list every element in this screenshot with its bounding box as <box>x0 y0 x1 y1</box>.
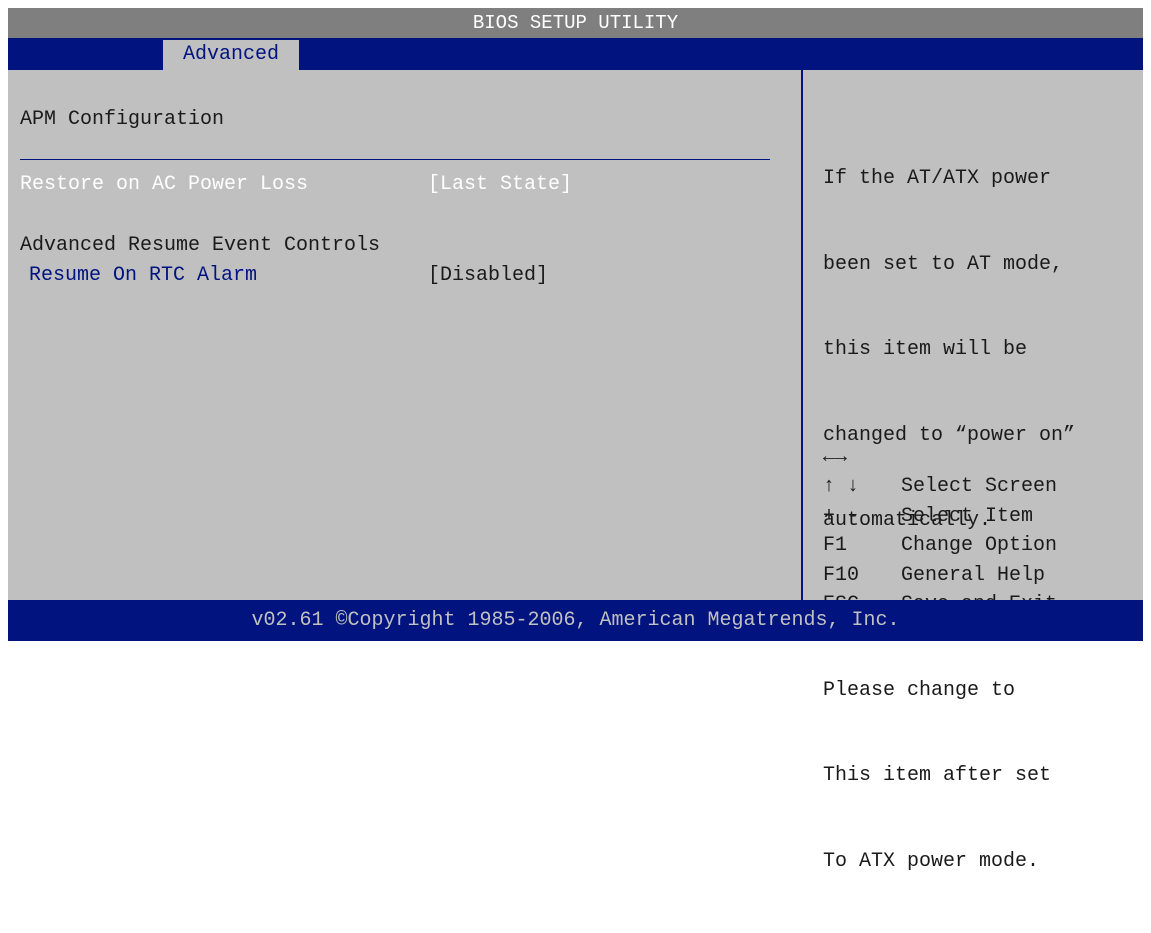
title-text: BIOS SETUP UTILITY <box>472 12 679 34</box>
tab-bar: Advanced <box>8 38 1143 70</box>
resume-rtc-alarm-label[interactable]: Resume On RTC Alarm <box>29 264 257 288</box>
help-line: If the AT/ATX power <box>823 167 1052 190</box>
bios-screen: BIOS SETUP UTILITY Advanced APM Configur… <box>8 8 1143 873</box>
help-line: been set to AT mode, <box>823 252 1064 276</box>
key-row-save-exit: F10 Save and Exit <box>823 531 1057 617</box>
key-row-select-screen: ←→ Select Screen <box>823 413 1057 499</box>
help-line: This item after set <box>823 764 1052 787</box>
settings-panel: APM Configuration Restore on AC Power Lo… <box>8 70 801 600</box>
help-panel: If the AT/ATX power been set to AT mode,… <box>803 70 1143 873</box>
key-row-select-item: ↑ ↓ Select Item <box>823 443 1033 528</box>
section-title: APM Configuration <box>20 108 225 131</box>
group-title: Advanced Resume Event Controls <box>20 234 381 257</box>
key-desc: Select Screen <box>901 475 1058 498</box>
key-row-change-option: + - Change Option <box>823 472 1057 558</box>
section-divider <box>20 159 770 160</box>
restore-ac-power-loss-label[interactable]: Restore on AC Power Loss <box>20 173 308 197</box>
key-row-general-help: F1 General Help <box>823 502 1045 587</box>
help-line: To ATX power mode. <box>823 849 1040 873</box>
tab-advanced[interactable]: Advanced <box>163 40 299 70</box>
copyright-footer: v02.61 ©Copyright 1985-2006, American Me… <box>8 600 1143 641</box>
copyright-text: v02.61 ©Copyright 1985-2006, American Me… <box>251 609 900 632</box>
key-row-exit: ESC Exit <box>823 561 949 646</box>
resume-rtc-alarm-value[interactable]: [Disabled] <box>428 264 548 288</box>
restore-ac-power-loss-value[interactable]: [Last State] <box>428 173 572 197</box>
title-bar: BIOS SETUP UTILITY <box>8 8 1143 38</box>
key-desc: Select Item <box>901 504 1034 528</box>
help-line: this item will be <box>823 338 1028 361</box>
key-legend: ←→ Select Screen ↑ ↓ Select Item + - Cha… <box>823 413 1057 646</box>
help-line: Please change to <box>823 678 1016 702</box>
key-desc: General Help <box>901 563 1046 587</box>
key-desc: Change Option <box>901 534 1058 557</box>
